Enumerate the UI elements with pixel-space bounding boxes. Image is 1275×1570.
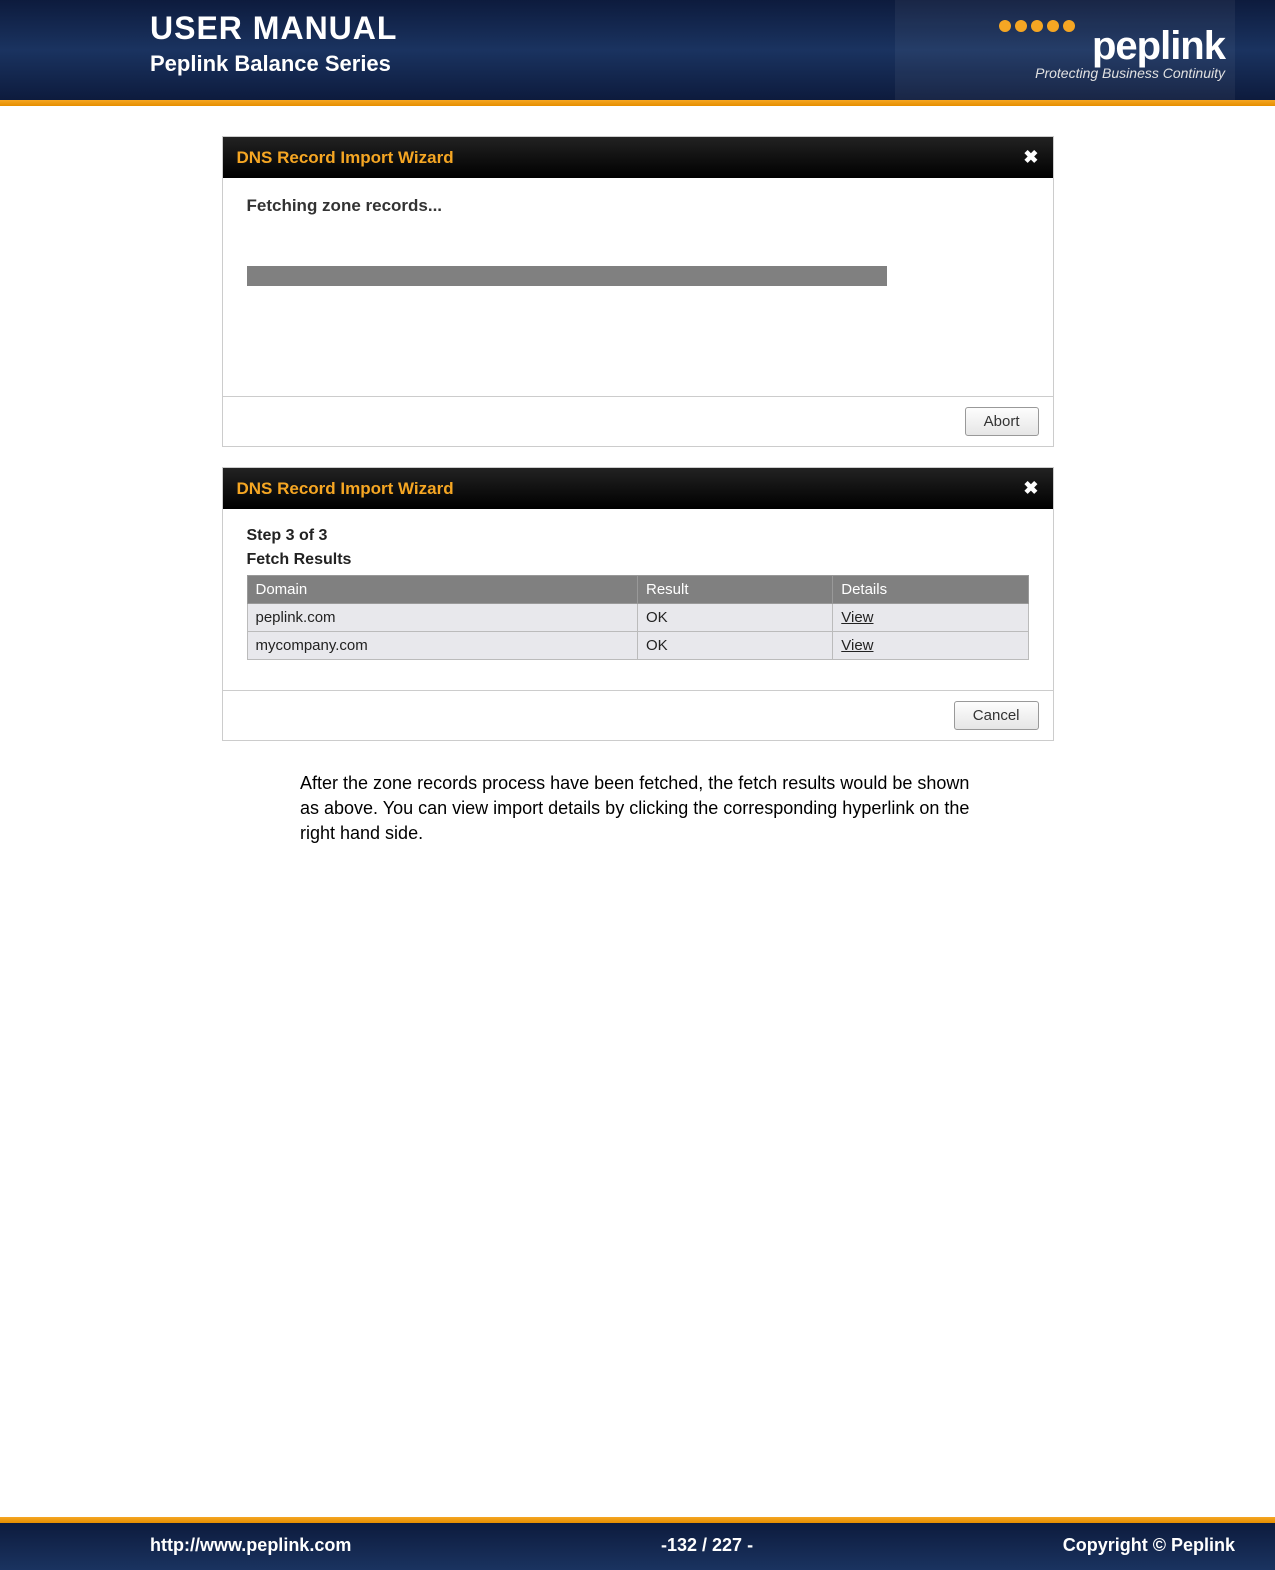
wizard-screenshot-results: DNS Record Import Wizard ✖ Step 3 of 3 F… <box>222 467 1054 741</box>
table-row: mycompany.com OK View <box>247 632 1028 660</box>
cell-result: OK <box>638 604 833 632</box>
table-row: peplink.com OK View <box>247 604 1028 632</box>
wizard-title: DNS Record Import Wizard <box>237 479 454 499</box>
step-label: Step 3 of 3 <box>247 527 1029 545</box>
results-table: Domain Result Details peplink.com OK Vie… <box>247 575 1029 660</box>
view-link[interactable]: View <box>833 604 1028 632</box>
wizard-titlebar: DNS Record Import Wizard ✖ <box>223 468 1053 509</box>
wizard-title: DNS Record Import Wizard <box>237 148 454 168</box>
logo-text: peplink <box>1092 24 1225 69</box>
footer-page: -132 / 227 - <box>351 1535 1062 1556</box>
fetch-results-heading: Fetch Results <box>247 551 1029 569</box>
wizard-titlebar: DNS Record Import Wizard ✖ <box>223 137 1053 178</box>
cell-domain: mycompany.com <box>247 632 638 660</box>
view-link[interactable]: View <box>833 632 1028 660</box>
close-icon[interactable]: ✖ <box>1023 147 1038 168</box>
progress-bar <box>247 266 887 286</box>
cancel-button[interactable]: Cancel <box>954 701 1039 730</box>
brand-logo: peplink Protecting Business Continuity <box>895 0 1235 100</box>
cell-domain: peplink.com <box>247 604 638 632</box>
col-result: Result <box>638 576 833 604</box>
description-text: After the zone records process have been… <box>300 771 975 847</box>
document-header: USER MANUAL Peplink Balance Series pepli… <box>0 0 1275 100</box>
close-icon[interactable]: ✖ <box>1023 478 1038 499</box>
footer-url: http://www.peplink.com <box>150 1535 351 1556</box>
wizard-screenshot-fetching: DNS Record Import Wizard ✖ Fetching zone… <box>222 136 1054 447</box>
col-details: Details <box>833 576 1028 604</box>
fetching-status: Fetching zone records... <box>247 196 1029 216</box>
document-footer: http://www.peplink.com -132 / 227 - Copy… <box>0 1523 1275 1570</box>
logo-dots-icon <box>999 20 1075 32</box>
logo-tagline: Protecting Business Continuity <box>1035 65 1225 81</box>
footer-copyright: Copyright © Peplink <box>1063 1535 1235 1556</box>
col-domain: Domain <box>247 576 638 604</box>
cell-result: OK <box>638 632 833 660</box>
abort-button[interactable]: Abort <box>965 407 1039 436</box>
